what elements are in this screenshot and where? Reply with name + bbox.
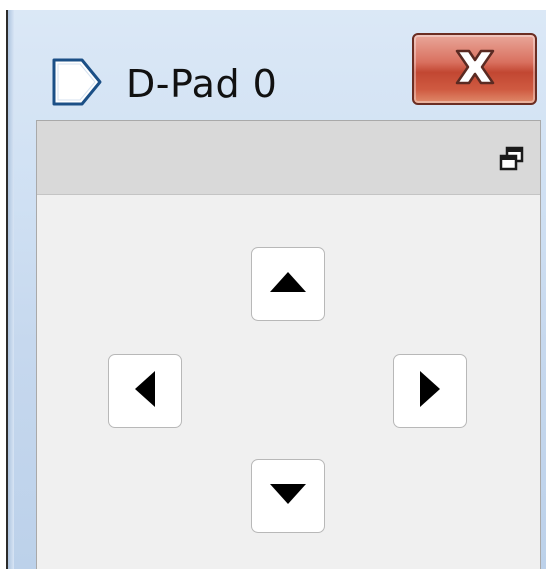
restore-window-icon[interactable] bbox=[498, 145, 526, 173]
triangle-down-icon bbox=[268, 482, 308, 510]
panel-header bbox=[37, 121, 540, 195]
close-button[interactable] bbox=[412, 33, 537, 105]
client-area bbox=[36, 120, 541, 569]
window-title: D-Pad 0 bbox=[126, 62, 278, 106]
title-bar[interactable]: D-Pad 0 bbox=[8, 10, 546, 110]
triangle-left-icon bbox=[133, 369, 157, 413]
triangle-up-icon bbox=[268, 270, 308, 298]
dpad-right-button[interactable] bbox=[393, 354, 467, 428]
dpad-left-button[interactable] bbox=[108, 354, 182, 428]
dpad-up-button[interactable] bbox=[251, 247, 325, 321]
tag-icon bbox=[48, 54, 104, 110]
dpad-down-button[interactable] bbox=[251, 459, 325, 533]
triangle-right-icon bbox=[418, 369, 442, 413]
dpad-window: D-Pad 0 bbox=[6, 10, 546, 569]
close-icon bbox=[447, 45, 503, 93]
page: D-Pad 0 bbox=[0, 0, 546, 569]
